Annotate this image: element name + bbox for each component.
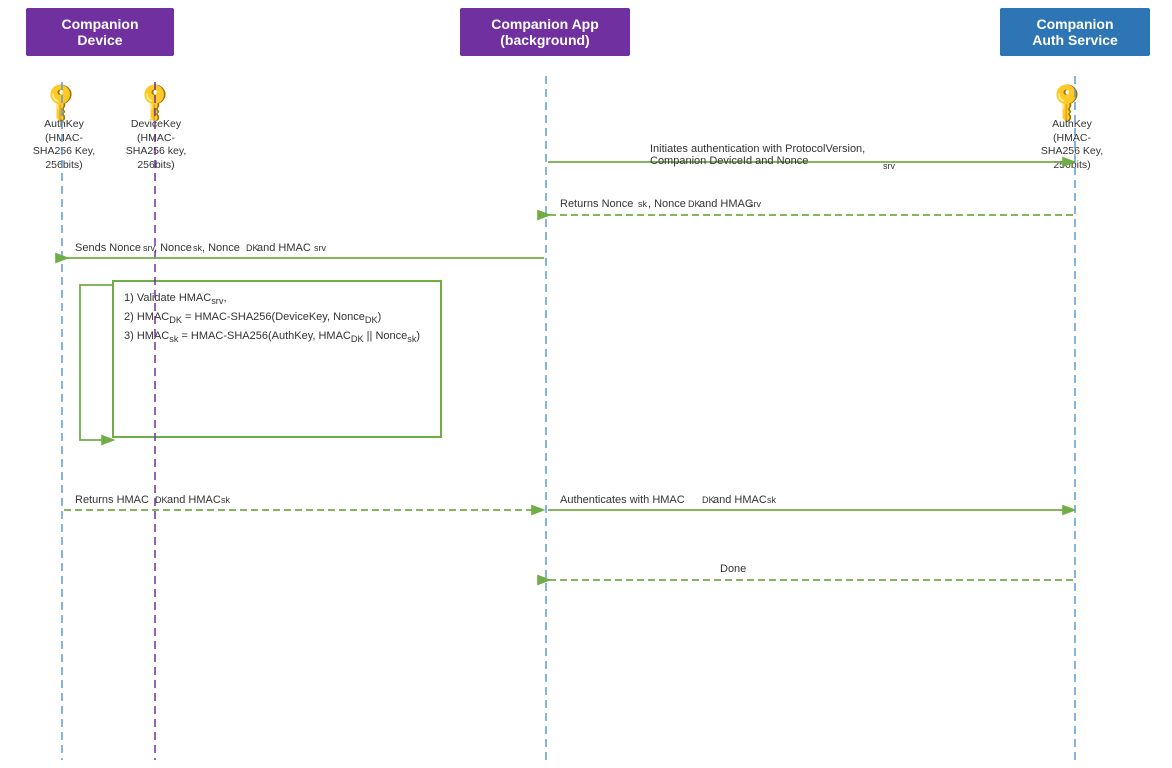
label-sends3: , Nonce — [202, 242, 240, 254]
label-done: Done — [720, 563, 746, 575]
label-authenticates: Authenticates with HMAC — [560, 494, 685, 506]
label-initiates-auth2: Companion DeviceId and Nonce — [650, 155, 808, 167]
label-sends2: , Nonce — [154, 242, 192, 254]
label-initiates-auth: Initiates authentication with ProtocolVe… — [650, 143, 865, 155]
label-srv-sub2: srv — [749, 199, 761, 209]
label-srv-sub4: srv — [314, 243, 326, 253]
sequence-diagram: Companion Device Companion App (backgrou… — [0, 0, 1172, 768]
label-and-hmac: and HMAC — [699, 198, 753, 210]
label-sk-sub: sk — [638, 199, 648, 209]
label-and-hmac2: and HMAC — [167, 494, 221, 506]
label-comma-nonce: , Nonce — [648, 198, 686, 210]
diagram-svg: Initiates authentication with ProtocolVe… — [0, 0, 1172, 768]
label-sends-nonces: Sends Nonce — [75, 242, 141, 254]
label-sk-sub3: sk — [221, 495, 231, 505]
label-returns-nonce: Returns Nonce — [560, 198, 633, 210]
label-and-hmac3: and HMAC — [713, 494, 767, 506]
label-dk-sub3: DK — [155, 495, 168, 505]
label-sk-sub4: sk — [767, 495, 777, 505]
process-loop-arrow — [80, 285, 112, 440]
label-sends4: and HMAC — [257, 242, 311, 254]
label-srv-sub: srv — [883, 161, 895, 171]
label-returns-hmac: Returns HMAC — [75, 494, 149, 506]
